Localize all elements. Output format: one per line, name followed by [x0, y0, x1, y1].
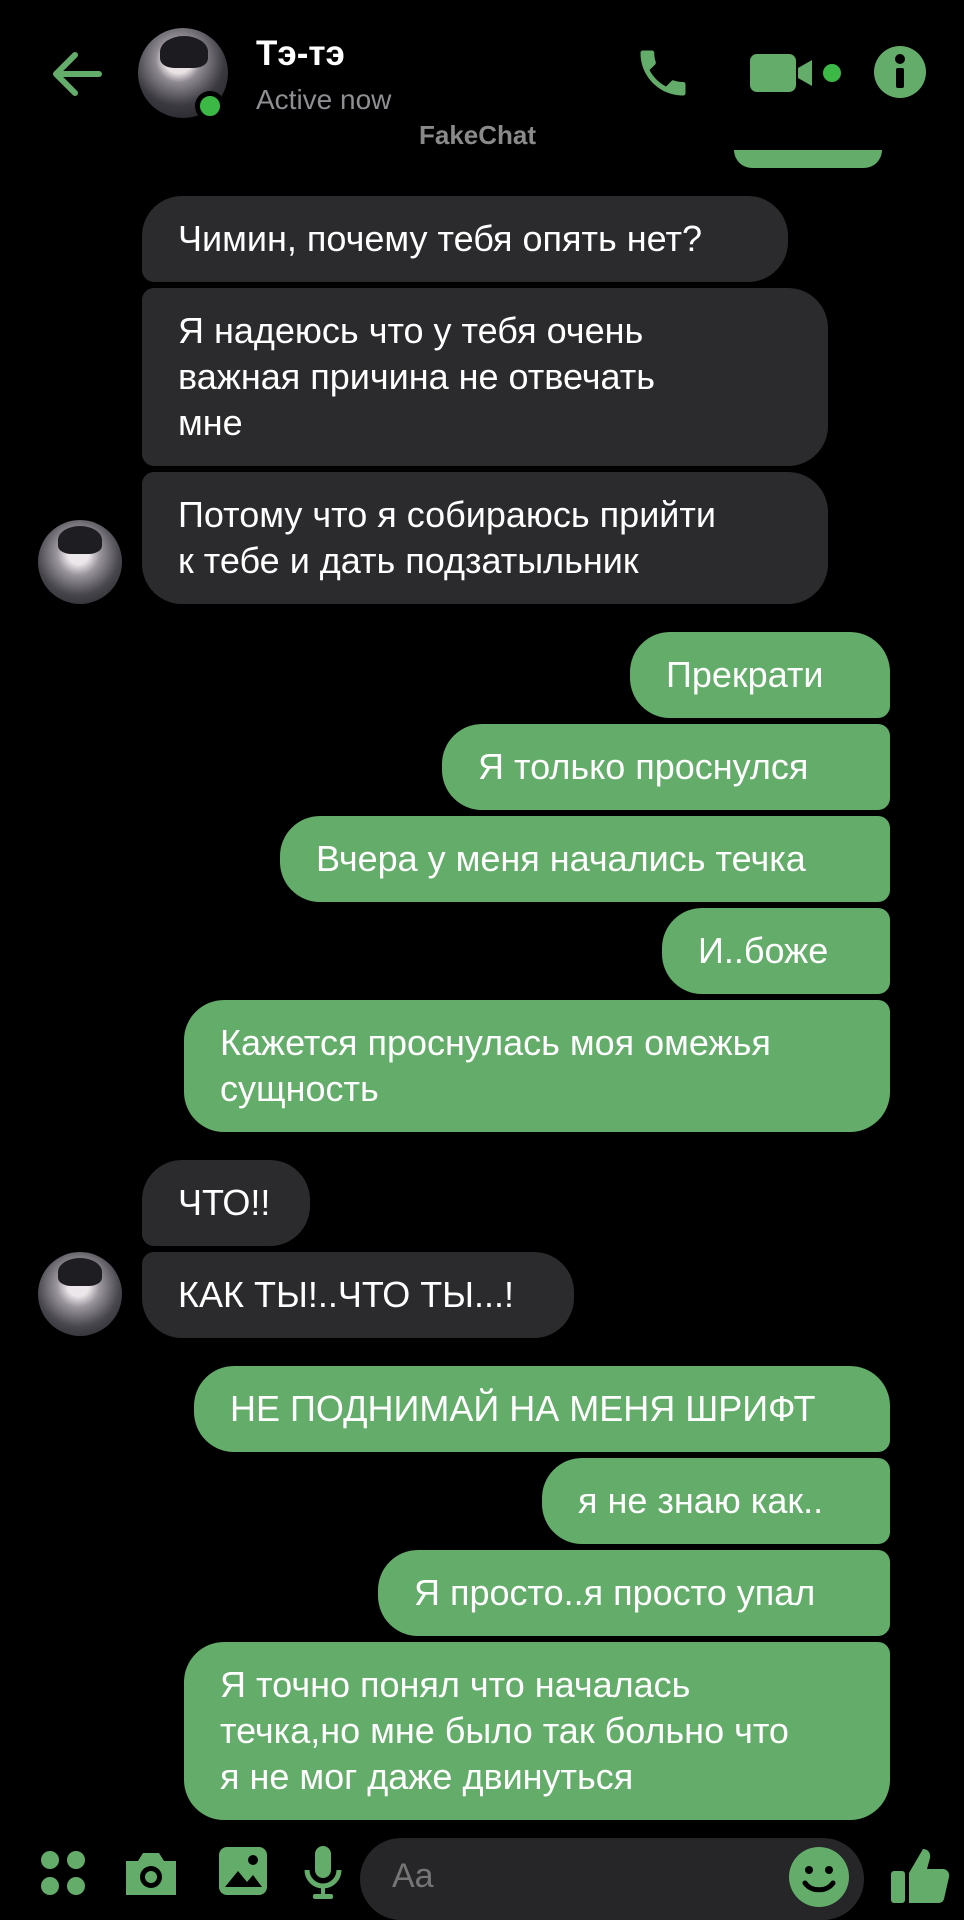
message-bubble-outgoing[interactable]: Кажется проснулась моя омежья сущность	[184, 1000, 890, 1132]
message-bubble-outgoing[interactable]: И..боже	[662, 908, 890, 994]
contact-avatar-small[interactable]	[38, 1252, 122, 1336]
message-text: Я просто..я просто упал	[414, 1572, 816, 1613]
message-bubble-incoming[interactable]: КАК ТЫ!..ЧТО ТЫ...!	[142, 1252, 574, 1338]
message-text: И..боже	[698, 930, 829, 971]
message-list[interactable]: Чимин, почему тебя опять нет? Я надеюсь …	[0, 150, 964, 1828]
emoji-icon[interactable]	[786, 1844, 852, 1910]
message-bubble-outgoing[interactable]: Я просто..я просто упал	[378, 1550, 890, 1636]
message-composer	[0, 1828, 964, 1920]
contact-name[interactable]: Тэ-тэ	[256, 34, 345, 74]
online-status-dot	[195, 91, 225, 121]
chat-header: Тэ-тэ Active now FakeChat	[0, 0, 964, 150]
message-text: Потому что я собираюсь прийти к тебе и д…	[178, 494, 717, 581]
apps-icon[interactable]	[36, 1846, 90, 1900]
message-bubble-incoming[interactable]: ЧТО!!	[142, 1160, 310, 1246]
gallery-icon[interactable]	[214, 1842, 272, 1900]
phone-call-icon[interactable]	[630, 40, 696, 106]
message-text: Я точно понял что началась течка,но мне …	[220, 1664, 789, 1797]
message-text: НЕ ПОДНИМАЙ НА МЕНЯ ШРИФТ	[230, 1388, 816, 1429]
message-bubble-incoming[interactable]: Потому что я собираюсь прийти к тебе и д…	[142, 472, 828, 604]
message-text: Кажется проснулась моя омежья сущность	[220, 1022, 771, 1109]
message-text: я не знаю как..	[578, 1480, 824, 1521]
app-watermark: FakeChat	[419, 120, 537, 150]
message-bubble-outgoing[interactable]: Прекрати	[630, 632, 890, 718]
message-bubble-outgoing[interactable]: Я точно понял что началась течка,но мне …	[184, 1642, 890, 1820]
message-bubble-incoming[interactable]: Чимин, почему тебя опять нет?	[142, 196, 788, 282]
contact-avatar-small[interactable]	[38, 520, 122, 604]
previous-message-bubble	[734, 150, 882, 168]
info-icon[interactable]	[872, 44, 928, 100]
camera-icon[interactable]	[120, 1842, 182, 1904]
message-text: Я только проснулся	[478, 746, 809, 787]
message-text: Прекрати	[666, 654, 824, 695]
thumbs-up-icon[interactable]	[884, 1840, 954, 1910]
message-text: ЧТО!!	[178, 1182, 271, 1223]
message-bubble-outgoing[interactable]: Вчера у меня начались течка	[280, 816, 890, 902]
message-input-box[interactable]	[360, 1838, 864, 1920]
message-bubble-outgoing[interactable]: НЕ ПОДНИМАЙ НА МЕНЯ ШРИФТ	[194, 1366, 890, 1452]
message-bubble-outgoing[interactable]: Я только проснулся	[442, 724, 890, 810]
contact-status: Active now	[256, 84, 392, 115]
message-input[interactable]	[390, 1856, 754, 1897]
microphone-icon[interactable]	[300, 1842, 346, 1904]
message-text: Вчера у меня начались течка	[316, 838, 806, 879]
message-text: Я надеюсь что у тебя очень важная причин…	[178, 310, 656, 443]
video-call-icon[interactable]	[748, 48, 844, 98]
message-text: Чимин, почему тебя опять нет?	[178, 218, 703, 259]
message-bubble-outgoing[interactable]: я не знаю как..	[542, 1458, 890, 1544]
back-arrow-icon[interactable]	[44, 46, 108, 102]
message-bubble-incoming[interactable]: Я надеюсь что у тебя очень важная причин…	[142, 288, 828, 466]
message-text: КАК ТЫ!..ЧТО ТЫ...!	[178, 1274, 515, 1315]
